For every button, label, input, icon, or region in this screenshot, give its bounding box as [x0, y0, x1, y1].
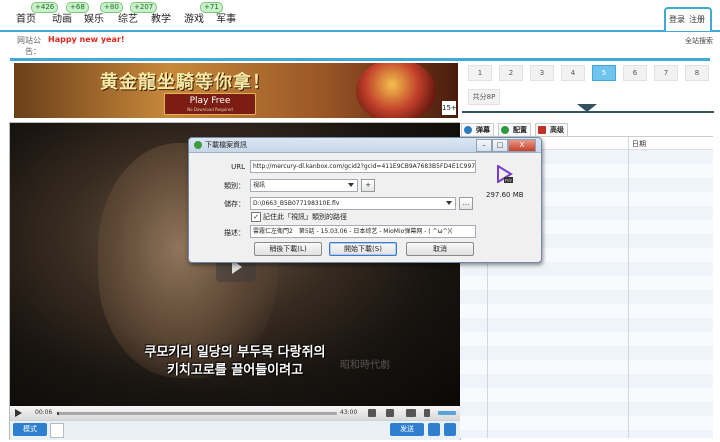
- tab-advanced[interactable]: 高级: [535, 123, 568, 136]
- download-icon: [194, 141, 202, 149]
- danmaku-bar: 模式 发送: [10, 420, 460, 440]
- cancel-button[interactable]: 取消: [406, 242, 474, 256]
- edit-icon: [538, 126, 546, 134]
- toggle-icon[interactable]: [428, 423, 440, 436]
- remember-path-label: 記住此「視訊」類別的路徑: [263, 213, 347, 221]
- play-free-sub: No Download Required: [187, 107, 233, 112]
- site-search-link[interactable]: 全站搜索: [685, 36, 713, 46]
- active-page-pointer: [577, 104, 597, 112]
- minimize-button[interactable]: –: [476, 139, 492, 152]
- chevron-down-icon: [446, 201, 452, 205]
- register-link[interactable]: 注册: [689, 14, 705, 25]
- chat-icon: [464, 126, 472, 134]
- tab-config[interactable]: 配置: [498, 123, 531, 136]
- url-label: URL: [231, 163, 245, 171]
- subtitle-line-1: 쿠모키리 일당의 부두목 다랑쥐의: [144, 345, 326, 360]
- download-info-dialog: 下載檔案資訊 – □ X URL http://mercury-dl.kanbo…: [188, 137, 542, 263]
- top-navigation: 首页 +426 动画 +68 娱乐 +80 综艺 +207 教学 游戏 +71 …: [0, 0, 720, 32]
- description-label: 描述：: [224, 229, 245, 237]
- fullscreen-icon[interactable]: [406, 409, 416, 417]
- column-divider: [628, 137, 629, 438]
- page-button-6[interactable]: 6: [623, 65, 647, 81]
- save-path-select[interactable]: D:\0663_B5B077198310E.flv: [250, 197, 456, 210]
- gear-icon: [501, 126, 509, 134]
- login-link[interactable]: 登录: [669, 14, 685, 25]
- start-download-button[interactable]: 開始下載(S): [329, 242, 397, 256]
- file-size: 297.60 MB: [486, 191, 524, 199]
- close-button[interactable]: X: [508, 139, 536, 152]
- save-path-value: D:\0663_B5B077198310E.flv: [253, 200, 340, 207]
- page-button-2[interactable]: 2: [499, 65, 523, 81]
- advertisement-banner[interactable]: 黄金龍坐騎等你拿！ Play Free No Download Required…: [14, 63, 458, 118]
- send-button[interactable]: 发送: [390, 423, 424, 436]
- age-rating-badge: 15+: [442, 101, 457, 115]
- total-time: 43:00: [340, 409, 358, 416]
- player-controls: 00:06 43:00: [10, 406, 460, 420]
- add-category-button[interactable]: +: [361, 179, 375, 192]
- expand-icon[interactable]: [444, 423, 456, 436]
- chevron-down-icon: [348, 183, 354, 187]
- volume-icon[interactable]: [424, 409, 430, 417]
- tab-config-label: 配置: [513, 126, 527, 134]
- page-button-7[interactable]: 7: [654, 65, 678, 81]
- url-field[interactable]: http://mercury-dl.kanbox.com/gcid2?gcid=…: [250, 160, 476, 173]
- video-watermark: 昭和時代劇: [340, 360, 390, 371]
- page-button-3[interactable]: 3: [530, 65, 554, 81]
- panel-tabs: 弹幕 配置 高级: [460, 122, 713, 137]
- page-total: 共分8P: [468, 89, 500, 105]
- nav-item-education[interactable]: 教学: [151, 10, 171, 25]
- current-time: 00:06: [35, 409, 53, 416]
- remember-path-checkbox[interactable]: ✓: [251, 212, 261, 222]
- notice-message: Happy new year!: [48, 35, 125, 44]
- flv-file-icon: FLV: [497, 165, 513, 183]
- dialog-body: URL http://mercury-dl.kanbox.com/gcid2?g…: [189, 153, 541, 262]
- loop-icon[interactable]: [368, 409, 376, 417]
- nav-item-entertainment[interactable]: 娱乐: [84, 10, 104, 25]
- dialog-title: 下載檔案資訊: [205, 141, 247, 149]
- banner-title: 黄金龍坐騎等你拿！: [100, 72, 271, 93]
- tab-advanced-label: 高级: [550, 126, 564, 134]
- save-label: 儲存：: [224, 200, 245, 208]
- play-free-button[interactable]: Play Free No Download Required: [164, 93, 256, 115]
- tab-danmaku[interactable]: 弹幕: [461, 123, 494, 136]
- divider: [10, 58, 710, 61]
- page-button-8[interactable]: 8: [685, 65, 709, 81]
- mode-button[interactable]: 模式: [13, 423, 47, 436]
- page-button-4[interactable]: 4: [561, 65, 585, 81]
- nav-item-games[interactable]: 游戏: [184, 10, 204, 25]
- maximize-button[interactable]: □: [492, 139, 508, 152]
- login-register-box: 登录 注册: [664, 7, 712, 31]
- category-select[interactable]: 視訊: [250, 179, 358, 192]
- dialog-title-bar: 下載檔案資訊 – □ X: [189, 138, 541, 153]
- category-value: 視訊: [253, 182, 266, 189]
- site-notice: 网站公告： Happy new year! 全站搜索: [5, 33, 715, 56]
- page-button-1[interactable]: 1: [468, 65, 492, 81]
- seek-bar-fill: [57, 412, 59, 415]
- page-button-5-active[interactable]: 5: [592, 65, 616, 81]
- tab-danmaku-label: 弹幕: [476, 126, 490, 134]
- download-later-button[interactable]: 稍後下載(L): [254, 242, 322, 256]
- danmaku-input[interactable]: [50, 423, 64, 438]
- category-label: 類別：: [224, 182, 245, 190]
- file-type-label: FLV: [505, 178, 512, 183]
- play-free-label: Play Free: [189, 96, 231, 106]
- column-date[interactable]: 日期: [632, 139, 646, 149]
- seek-bar[interactable]: [57, 412, 337, 415]
- play-icon[interactable]: [15, 409, 22, 417]
- settings-icon[interactable]: [386, 409, 394, 417]
- nav-item-military[interactable]: 军事: [216, 10, 236, 25]
- volume-slider[interactable]: [438, 411, 456, 415]
- dragon-image: [356, 63, 436, 118]
- browse-button[interactable]: ...: [459, 197, 473, 210]
- notice-label: 网站公告：: [17, 36, 41, 56]
- description-field[interactable]: 雲霧仁左衛門2 第5話 - 15.03.06 - 日本综艺 - MioMio弹幕…: [250, 225, 476, 238]
- subtitle-line-2: 키치고로를 끌어들이려고: [166, 363, 304, 378]
